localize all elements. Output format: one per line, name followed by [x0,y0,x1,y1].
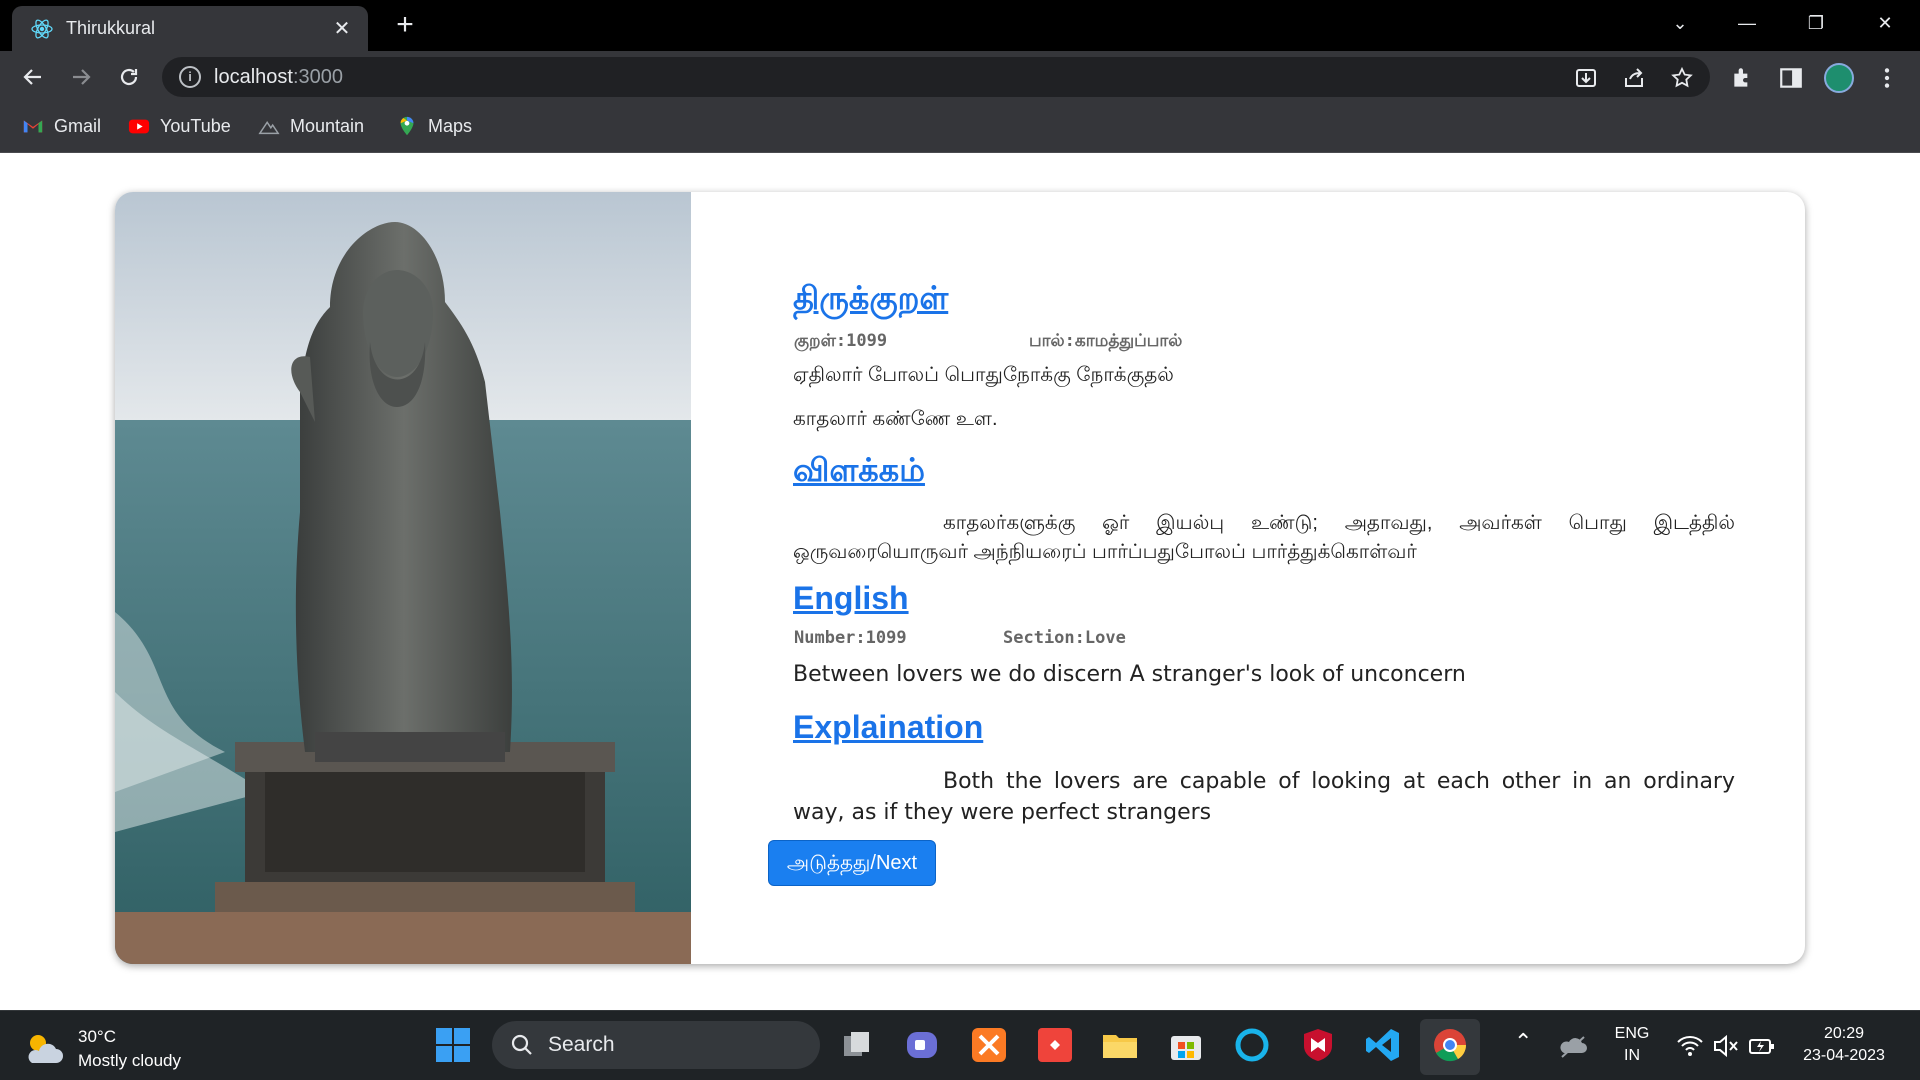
english-heading-link[interactable]: English [793,580,909,617]
kural-card: திருக்குறள் குறள்:1099 பால்:காமத்துப்பால… [115,192,1805,964]
gmail-icon [23,120,43,133]
kural-line-1: ஏதிலார் போலப் பொதுநோக்கு நோக்குதல் [793,364,1174,386]
windows-taskbar: 30°C Mostly cloudy Search ⌃ ENG IN 20:29… [0,1010,1920,1080]
xampp-icon[interactable] [970,1026,1008,1064]
site-info-icon[interactable]: i [179,66,201,88]
microsoft-store-icon[interactable] [1167,1026,1205,1064]
address-bar[interactable]: i localhost :3000 [162,57,1710,97]
kural-number: குறள்:1099 [794,331,888,351]
bookmark-label: YouTube [160,115,231,136]
language-code: ENG [1614,1025,1650,1042]
temperature: 30°C [78,1027,116,1046]
bookmark-label: Gmail [54,115,102,136]
battery-charging-icon[interactable] [1748,1033,1776,1059]
onedrive-cloud-icon[interactable] [1558,1031,1588,1061]
meaning-paragraph: காதலர்களுக்கு ஓர் இயல்பு உண்டு; அதாவது, … [793,512,1735,563]
minimize-icon[interactable]: — [1727,8,1767,38]
cortana-icon[interactable] [1233,1026,1271,1064]
bookmarks-bar: Gmail YouTube Mountain Maps [0,103,1920,153]
new-tab-plus-icon[interactable]: + [390,10,420,40]
youtube-icon [128,119,150,134]
anydesk-icon[interactable] [1036,1026,1074,1064]
tab-search-chevron-icon[interactable]: ⌄ [1660,8,1700,38]
taskbar-search[interactable]: Search [492,1021,820,1069]
region-code: IN [1624,1047,1640,1064]
meaning-heading-link[interactable]: விளக்கம் [793,452,925,493]
profile-avatar[interactable] [1824,63,1854,93]
english-section: Section:Love [1003,628,1126,648]
vscode-icon[interactable] [1364,1026,1402,1064]
browser-toolbar: i localhost :3000 [0,51,1920,103]
wifi-icon[interactable] [1676,1033,1704,1059]
browser-tab-strip: Thirukkural ✕ + ⌄ — ❐ ✕ [0,0,1920,51]
file-explorer-icon[interactable] [1101,1026,1139,1064]
english-translation: Between lovers we do discern A stranger'… [793,662,1466,687]
url-host: localhost [214,65,293,88]
tab-title: Thirukkural [66,18,156,38]
close-tab-icon[interactable]: ✕ [330,16,354,41]
url-port: :3000 [292,65,343,88]
share-icon[interactable] [1622,66,1646,90]
side-panel-icon[interactable] [1778,65,1804,91]
bookmark-gmail[interactable]: Gmail [22,115,101,137]
back-arrow-icon[interactable] [17,61,49,93]
restore-icon[interactable]: ❐ [1796,8,1836,38]
thiruvalluvar-statue-image [115,192,691,964]
maps-pin-icon [400,116,414,136]
explanation-paragraph: Both the lovers are capable of looking a… [793,769,1735,825]
mcafee-icon[interactable] [1299,1026,1337,1064]
partly-cloudy-icon [28,1035,63,1063]
task-view-icon[interactable] [838,1026,876,1064]
kural-line-2: காதலார் கண்ணே உள. [793,408,998,430]
react-favicon-icon [31,18,53,39]
english-number: Number:1099 [794,628,907,648]
clock-date: 23-04-2023 [1803,1047,1885,1064]
bookmark-maps[interactable]: Maps [396,115,472,137]
mountain-icon [258,121,280,135]
next-button[interactable]: அடுத்தது/Next [768,840,936,886]
bookmark-label: Maps [428,115,473,136]
window-close-icon[interactable]: ✕ [1865,8,1905,38]
weather-widget[interactable]: 30°C Mostly cloudy [24,1025,181,1073]
show-hidden-icons-chevron[interactable]: ⌃ [1514,1031,1532,1053]
bookmark-star-icon[interactable] [1670,66,1694,90]
language-indicator[interactable]: ENG IN [1604,1023,1660,1067]
explanation-heading-link[interactable]: Explaination [793,709,983,746]
reload-icon[interactable] [113,61,145,93]
weather-condition: Mostly cloudy [78,1051,181,1070]
bookmark-label: Mountain [290,115,365,136]
speaker-muted-icon[interactable] [1712,1033,1740,1059]
search-label: Search [548,1033,615,1056]
clock-time: 20:29 [1823,1025,1865,1042]
clock[interactable]: 20:29 23-04-2023 [1790,1023,1898,1067]
menu-dots-icon[interactable] [1874,65,1900,91]
kural-heading-link[interactable]: திருக்குறள் [793,280,948,321]
search-icon [511,1034,532,1055]
extensions-puzzle-icon[interactable] [1730,65,1756,91]
paal-section: பால்:காமத்துப்பால் [1029,331,1183,351]
forward-arrow-icon[interactable] [65,61,97,93]
install-app-icon[interactable] [1574,66,1598,90]
bookmark-youtube[interactable]: YouTube [128,115,231,137]
bookmark-mountain[interactable]: Mountain [258,115,364,137]
chrome-icon[interactable] [1431,1026,1469,1064]
windows-start-icon[interactable] [434,1026,472,1064]
teams-chat-icon[interactable] [903,1026,941,1064]
browser-tab[interactable]: Thirukkural ✕ [12,6,368,51]
